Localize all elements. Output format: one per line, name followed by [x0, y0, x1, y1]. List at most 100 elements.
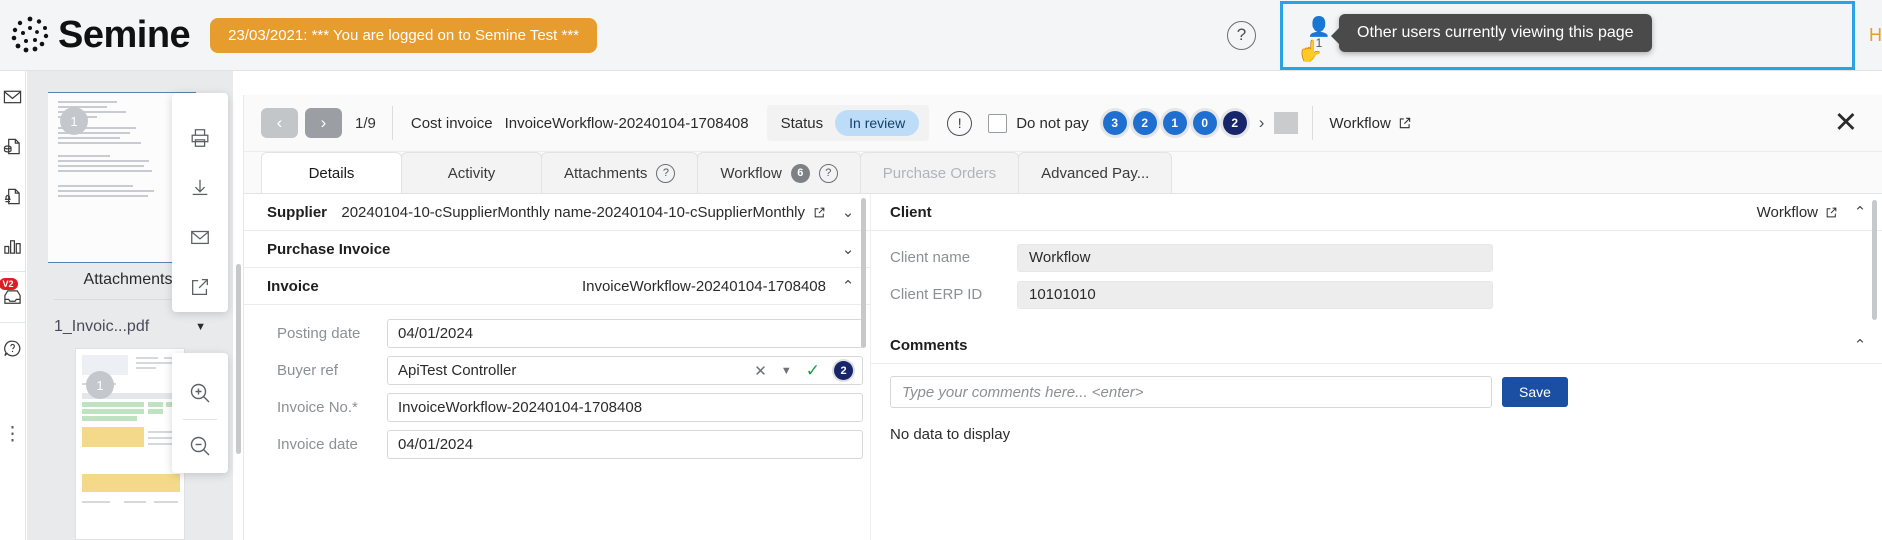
- tab-label: Attachments: [564, 165, 647, 182]
- status-label: Status: [781, 115, 824, 132]
- sidebar-item-analytics[interactable]: [0, 221, 26, 271]
- invoice-detail-panel: ‹ › 1/9 Cost invoice InvoiceWorkflow-202…: [243, 95, 1882, 540]
- tab-label: Activity: [448, 165, 496, 182]
- viewers-highlight-box[interactable]: 👤 1 👆 Other users currently viewing this…: [1280, 1, 1855, 70]
- tab-bar: Details Activity Attachments ? Workflow …: [244, 152, 1882, 193]
- tab-label: Workflow: [720, 165, 781, 182]
- download-icon[interactable]: [180, 163, 220, 213]
- semine-dots-icon: [8, 13, 52, 57]
- brand-logo[interactable]: Semine: [8, 13, 190, 57]
- supplier-name: 20240104-10-cSupplierMonthly name-202401…: [341, 204, 805, 221]
- header-divider: [392, 106, 393, 140]
- clear-icon[interactable]: ✕: [754, 362, 767, 380]
- prev-invoice-button[interactable]: ‹: [261, 108, 298, 138]
- section-label: Invoice: [267, 278, 319, 295]
- sidebar-item-help[interactable]: [0, 323, 26, 373]
- workflow-step[interactable]: 2: [1223, 111, 1247, 135]
- workflow-step[interactable]: 1: [1163, 111, 1187, 135]
- top-bar-right: ? 👤 1 👆 Other users currently viewing th…: [1227, 0, 1882, 70]
- invoice-no-input[interactable]: InvoiceWorkflow-20240104-1708408: [387, 393, 863, 422]
- menu-partial-label[interactable]: H: [1869, 25, 1882, 46]
- chevron-down-icon[interactable]: ▼: [781, 365, 792, 377]
- section-supplier[interactable]: Supplier 20240104-10-cSupplierMonthly na…: [244, 194, 870, 231]
- rail-more-icon[interactable]: ⋮: [3, 431, 22, 438]
- field-value: ApiTest Controller: [398, 362, 516, 379]
- help-icon[interactable]: ?: [1227, 21, 1256, 50]
- right-column-scrollbar[interactable]: [1872, 200, 1877, 320]
- print-icon[interactable]: [180, 113, 220, 163]
- comments-empty-text: No data to display: [871, 408, 1882, 443]
- check-icon[interactable]: ✓: [806, 361, 820, 381]
- field-label: Client name: [890, 249, 1017, 266]
- invoice-date-input[interactable]: 04/01/2024: [387, 430, 863, 459]
- section-label: Purchase Invoice: [267, 241, 390, 258]
- flag-icon[interactable]: [1274, 112, 1298, 134]
- tab-workflow[interactable]: Workflow 6 ?: [697, 152, 860, 193]
- buyer-ref-count-badge[interactable]: 2: [834, 361, 853, 380]
- sidebar-item-document-stamp[interactable]: [0, 171, 26, 221]
- field-label: Invoice No.*: [277, 399, 387, 416]
- zoom-in-icon[interactable]: [180, 367, 220, 419]
- details-left-column: Supplier 20240104-10-cSupplierMonthly na…: [244, 194, 870, 540]
- client-workflow-link[interactable]: Workflow: [1757, 204, 1838, 221]
- open-external-icon: [1398, 116, 1412, 130]
- viewer-zoom-toolbar: [172, 353, 228, 473]
- sidebar-item-cost-invoice[interactable]: [0, 121, 26, 171]
- workflow-step[interactable]: 0: [1193, 111, 1217, 135]
- comment-input[interactable]: Type your comments here... <enter>: [890, 376, 1492, 408]
- attachment-page-thumbnail[interactable]: 1: [75, 348, 185, 540]
- field-label: Buyer ref: [277, 362, 387, 379]
- workflow-link[interactable]: Workflow: [1329, 115, 1411, 132]
- section-purchase-invoice[interactable]: Purchase Invoice ⌄: [244, 231, 870, 268]
- status-badge[interactable]: In review: [835, 110, 919, 136]
- section-invoice[interactable]: Invoice InvoiceWorkflow-20240104-1708408…: [244, 268, 870, 305]
- field-adornments: ✕ ▼ ✓ 2: [754, 361, 853, 381]
- workflow-steps: 3 2 1 0 2 ›: [1103, 111, 1275, 135]
- details-scrollbar[interactable]: [861, 198, 866, 348]
- client-erp-id-value: 10101010: [1017, 281, 1493, 309]
- workflow-next-icon[interactable]: ›: [1259, 113, 1265, 133]
- posting-date-input[interactable]: 04/01/2024: [387, 319, 863, 348]
- sidebar-item-mail[interactable]: [0, 71, 26, 121]
- buyer-ref-input[interactable]: ApiTest Controller ✕ ▼ ✓ 2: [387, 356, 863, 385]
- save-comment-button[interactable]: Save: [1502, 377, 1568, 407]
- details-right-column: Client Workflow ⌃ Client name Workflow C…: [870, 194, 1882, 540]
- do-not-pay-checkbox[interactable]: [988, 114, 1007, 133]
- section-value: 20240104-10-cSupplierMonthly name-202401…: [341, 204, 826, 221]
- field-posting-date: Posting date 04/01/2024: [244, 315, 870, 352]
- tab-activity[interactable]: Activity: [401, 152, 542, 193]
- section-comments: Comments ⌃: [871, 327, 1882, 364]
- open-external-icon[interactable]: [180, 262, 220, 312]
- top-bar: Semine 23/03/2021: *** You are logged on…: [0, 0, 1882, 71]
- chevron-down-icon[interactable]: ▼: [195, 321, 206, 333]
- status-group: Status In review: [767, 105, 930, 141]
- chevron-up-icon[interactable]: ⌃: [1838, 336, 1882, 354]
- open-external-icon[interactable]: [813, 206, 826, 219]
- workflow-step[interactable]: 3: [1103, 111, 1127, 135]
- invoice-header-bar: ‹ › 1/9 Cost invoice InvoiceWorkflow-202…: [244, 95, 1882, 152]
- help-icon[interactable]: ?: [819, 164, 838, 183]
- tab-attachments[interactable]: Attachments ?: [541, 152, 698, 193]
- field-label: Client ERP ID: [890, 286, 1017, 303]
- header-divider: [1312, 106, 1313, 140]
- attachment-file-select[interactable]: 1_Invoic...pdf ▼: [54, 310, 206, 344]
- next-invoice-button[interactable]: ›: [305, 108, 342, 138]
- sidebar-item-inbox[interactable]: V2: [0, 272, 26, 322]
- invoice-doc-type: Cost invoice: [411, 115, 493, 132]
- help-icon[interactable]: ?: [656, 164, 675, 183]
- tab-purchase-orders: Purchase Orders: [860, 152, 1019, 193]
- thumbnail-page-badge: 1: [60, 107, 88, 135]
- invoice-doc-id: InvoiceWorkflow-20240104-1708408: [505, 115, 749, 132]
- viewer-scrollbar[interactable]: [236, 264, 241, 454]
- warning-icon[interactable]: !: [947, 111, 972, 136]
- section-label: Comments: [890, 337, 968, 354]
- workflow-step[interactable]: 2: [1133, 111, 1157, 135]
- tab-label: Details: [309, 165, 355, 182]
- email-icon[interactable]: [180, 213, 220, 263]
- environment-banner: 23/03/2021: *** You are logged on to Sem…: [210, 18, 597, 53]
- viewers-tooltip: Other users currently viewing this page: [1339, 14, 1652, 52]
- tab-details[interactable]: Details: [261, 152, 402, 193]
- zoom-out-icon[interactable]: [180, 420, 220, 472]
- close-button[interactable]: ✕: [1834, 109, 1858, 138]
- tab-advanced-pay[interactable]: Advanced Pay...: [1018, 152, 1172, 193]
